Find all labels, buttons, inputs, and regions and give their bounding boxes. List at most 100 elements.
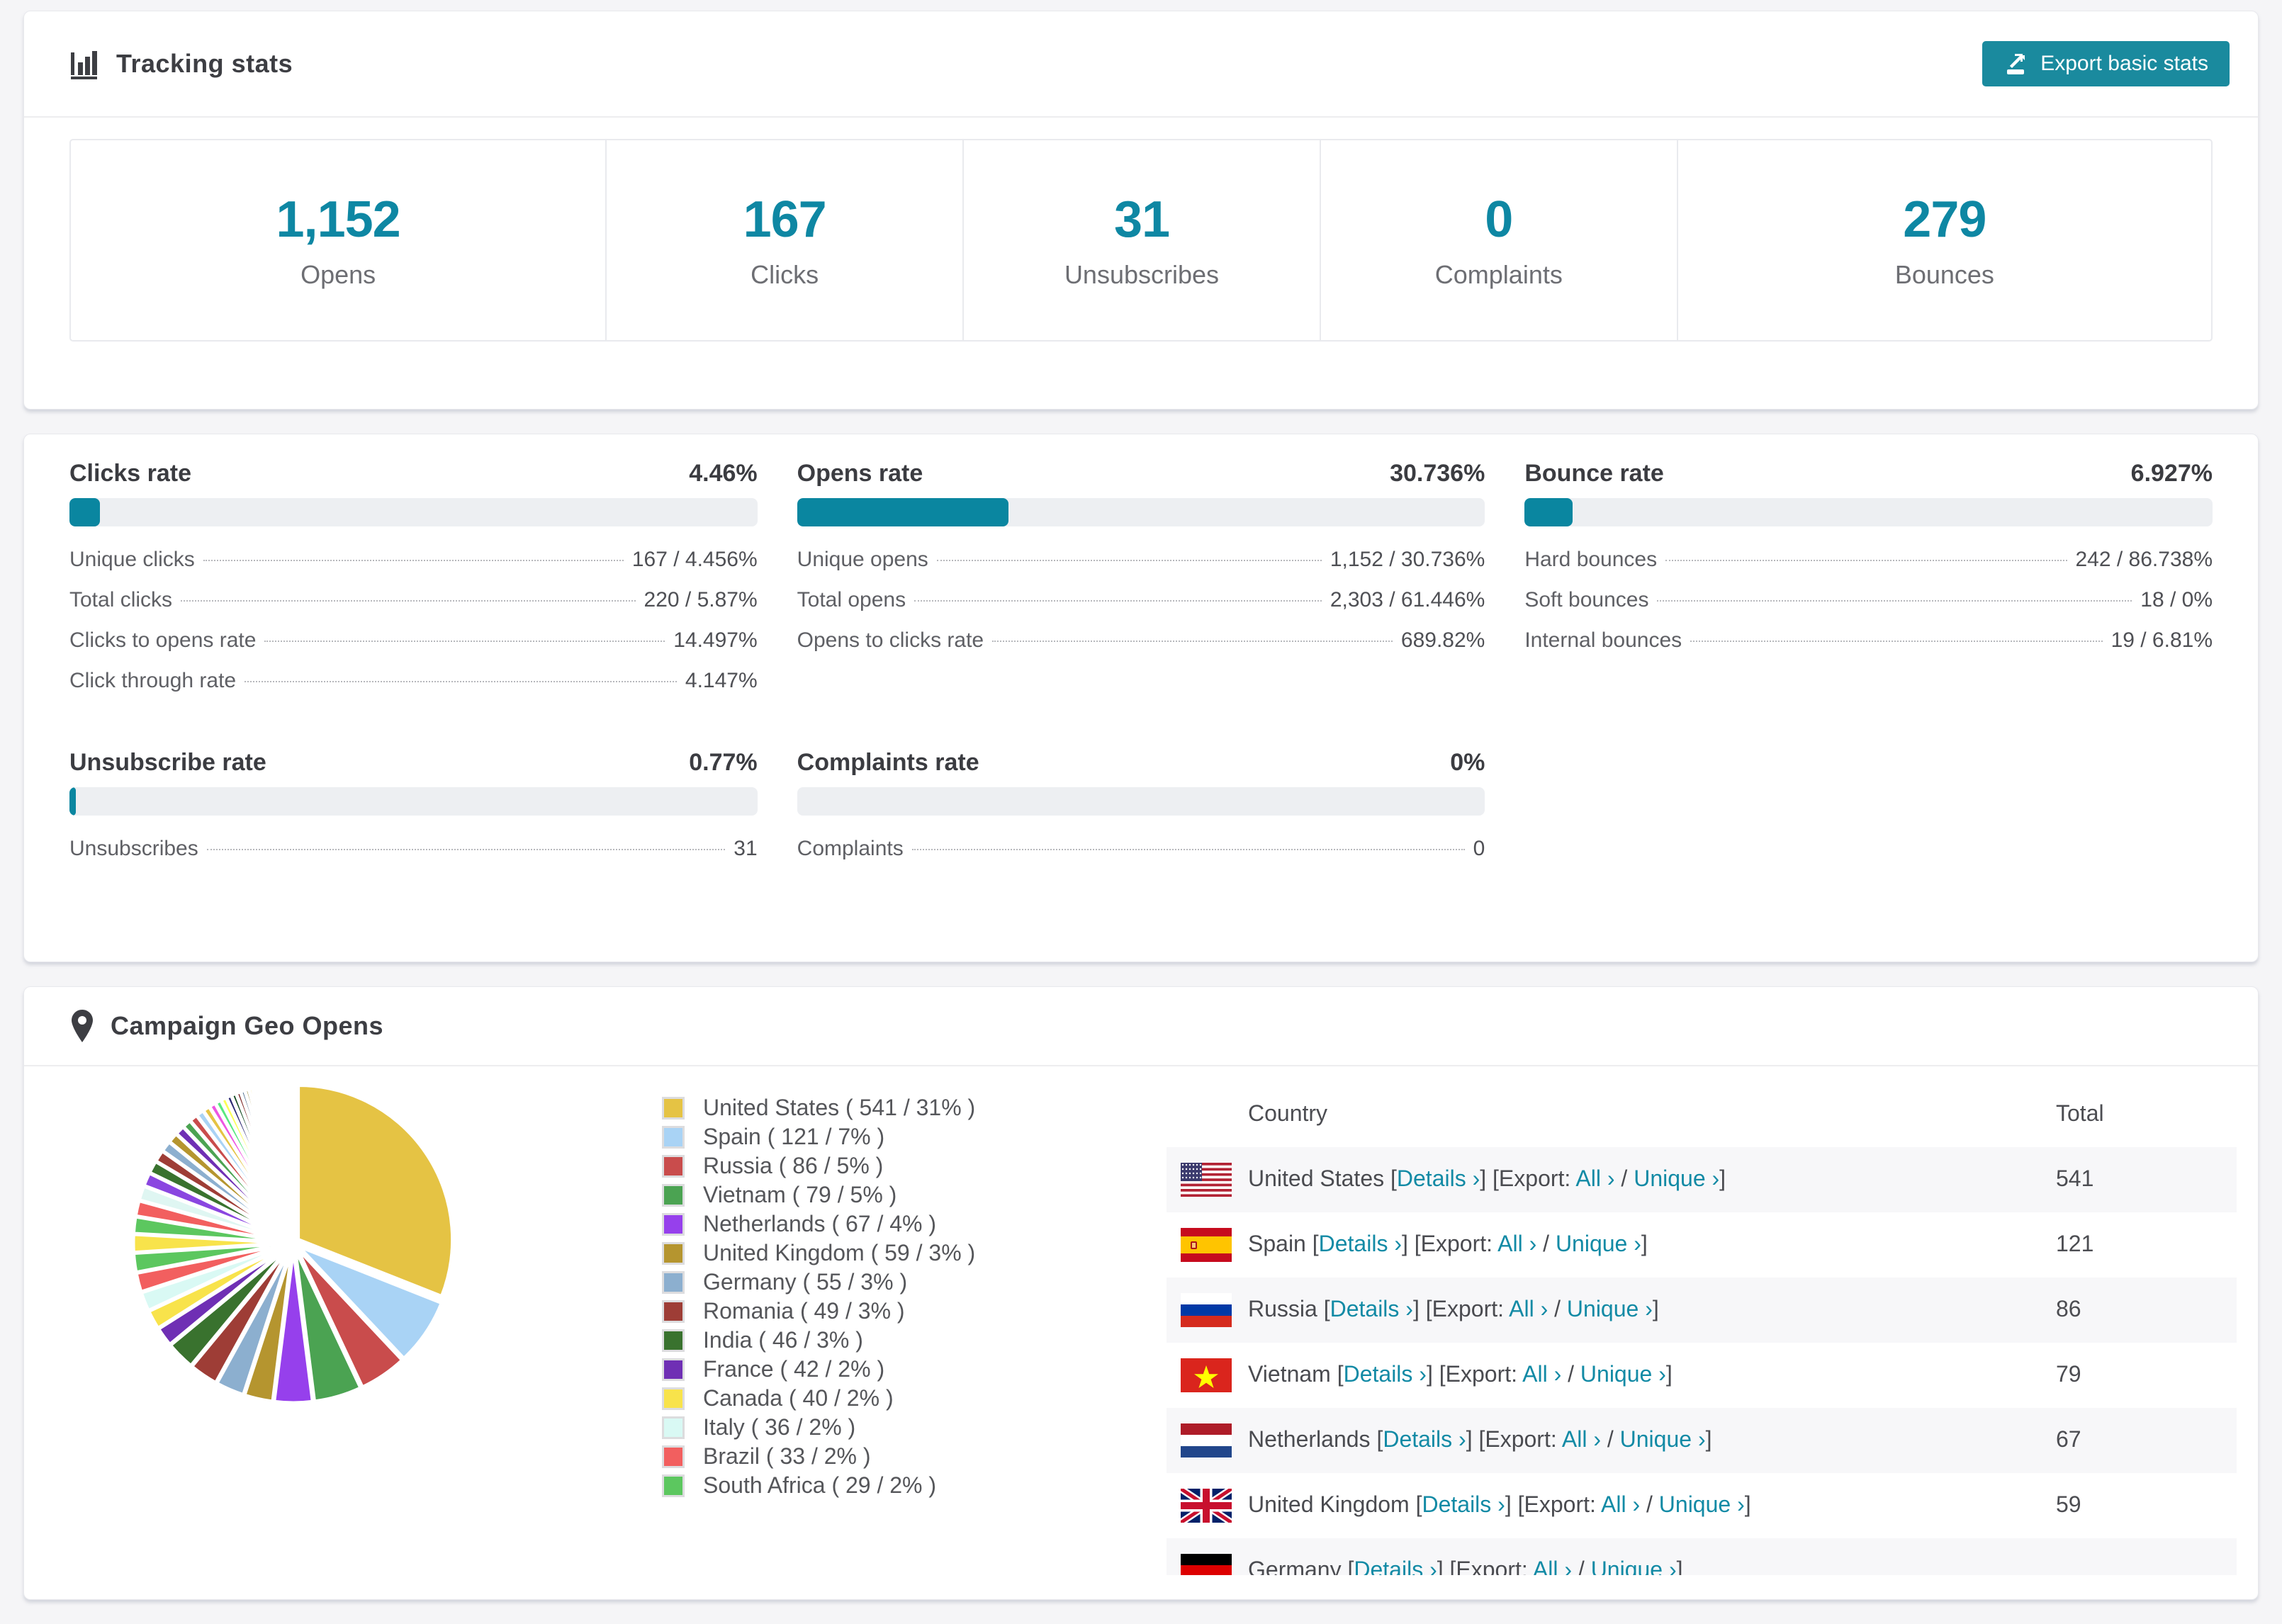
dotted-leader	[992, 641, 1393, 642]
page: Tracking stats Export basic stats 1,152 …	[0, 0, 2282, 1624]
flag-us-icon	[1181, 1163, 1232, 1197]
rate-detail-value: 689.82%	[1400, 628, 1485, 652]
legend-item-netherlands[interactable]: Netherlands ( 67 / 4% )	[662, 1209, 975, 1239]
slash: /	[1640, 1492, 1659, 1517]
rate-detail-row: Internal bounces 19 / 6.81%	[1524, 628, 2213, 669]
details-link[interactable]: Details ›	[1422, 1492, 1505, 1517]
bracket: [	[1376, 1426, 1383, 1452]
legend-item-canada[interactable]: Canada ( 40 / 2% )	[662, 1384, 975, 1413]
legend-label: France ( 42 / 2% )	[703, 1356, 885, 1382]
rate-detail-value: 2,303 / 61.446%	[1330, 588, 1485, 611]
bracket: ] [Export:	[1426, 1361, 1523, 1387]
stat-bounces: 279 Bounces	[1676, 140, 2211, 340]
total-cell: 79	[2056, 1361, 2081, 1387]
country-cell: United Kingdom [Details ›] [Export: All …	[1248, 1492, 1751, 1518]
details-link[interactable]: Details ›	[1397, 1166, 1480, 1191]
export-unique-link[interactable]: Unique ›	[1659, 1492, 1745, 1517]
details-link[interactable]: Details ›	[1383, 1426, 1466, 1452]
rate-detail-row: Total opens 2,303 / 61.446%	[797, 588, 1485, 628]
legend-item-vietnam[interactable]: Vietnam ( 79 / 5% )	[662, 1180, 975, 1209]
rate-detail-label: Soft bounces	[1524, 588, 1649, 611]
legend-item-germany[interactable]: Germany ( 55 / 3% )	[662, 1268, 975, 1297]
geo-table-row-vn: Vietnam [Details ›] [Export: All › / Uni…	[1167, 1343, 2237, 1408]
legend-swatch	[662, 1241, 685, 1265]
rate-detail-row: Hard bounces 242 / 86.738%	[1524, 548, 2213, 588]
legend-item-united-states[interactable]: United States ( 541 / 31% )	[662, 1093, 975, 1122]
geo-table: Country Total United States [Details ›] …	[1167, 1092, 2237, 1575]
complaints-rate-title: Complaints rate	[797, 749, 979, 776]
details-link[interactable]: Details ›	[1354, 1557, 1437, 1575]
export-unique-link[interactable]: Unique ›	[1591, 1557, 1677, 1575]
export-all-link[interactable]: All ›	[1562, 1426, 1601, 1452]
geo-table-row-de: Germany [Details ›] [Export: All › / Uni…	[1167, 1538, 2237, 1575]
legend-item-spain[interactable]: Spain ( 121 / 7% )	[662, 1122, 975, 1151]
export-all-link[interactable]: All ›	[1522, 1361, 1561, 1387]
bounce-rate-value: 6.927%	[2130, 460, 2213, 487]
legend-label: Netherlands ( 67 / 4% )	[703, 1211, 937, 1236]
country-name: United Kingdom	[1248, 1492, 1416, 1517]
legend-item-united-kingdom[interactable]: United Kingdom ( 59 / 3% )	[662, 1239, 975, 1268]
opens-rate-block: Opens rate 30.736% Unique opens 1,152 / 3…	[797, 460, 1485, 709]
geo-pie-chart	[127, 1076, 460, 1409]
country-cell: Russia [Details ›] [Export: All › / Uniq…	[1248, 1296, 1659, 1322]
tracking-stats-header: Tracking stats Export basic stats	[24, 11, 2258, 118]
complaints-rate-block: Complaints rate 0% Complaints 0	[797, 749, 1485, 877]
legend-label: Germany ( 55 / 3% )	[703, 1269, 908, 1295]
legend-item-russia[interactable]: Russia ( 86 / 5% )	[662, 1151, 975, 1180]
geo-legend: United States ( 541 / 31% ) Spain ( 121 /…	[662, 1093, 975, 1500]
legend-item-france[interactable]: France ( 42 / 2% )	[662, 1355, 975, 1384]
legend-item-romania[interactable]: Romania ( 49 / 3% )	[662, 1297, 975, 1326]
total-cell: 67	[2056, 1426, 2081, 1452]
export-all-link[interactable]: All ›	[1601, 1492, 1640, 1517]
export-unique-link[interactable]: Unique ›	[1556, 1231, 1641, 1256]
rate-detail-value: 167 / 4.456%	[631, 548, 758, 571]
legend-swatch	[662, 1445, 685, 1468]
legend-swatch	[662, 1329, 685, 1352]
stats-summary-row: 1,152 Opens 167 Clicks 31 Unsubscribes 0…	[69, 139, 2213, 342]
country-cell: Vietnam [Details ›] [Export: All › / Uni…	[1248, 1361, 1673, 1387]
legend-item-italy[interactable]: Italy ( 36 / 2% )	[662, 1413, 975, 1442]
opens-rate-value: 30.736%	[1390, 460, 1485, 487]
export-basic-stats-button[interactable]: Export basic stats	[1982, 41, 2230, 86]
bracket: ]	[1652, 1296, 1659, 1321]
flag-ru-icon	[1181, 1293, 1232, 1327]
stat-bounces-value: 279	[1903, 191, 1986, 248]
export-unique-link[interactable]: Unique ›	[1634, 1166, 1719, 1191]
rate-detail-value: 14.497%	[673, 628, 758, 652]
unsubscribe-rate-block: Unsubscribe rate 0.77% Unsubscribes 31	[69, 749, 758, 877]
legend-swatch	[662, 1358, 685, 1381]
rate-detail-label: Opens to clicks rate	[797, 628, 984, 652]
legend-item-south-africa[interactable]: South Africa ( 29 / 2% )	[662, 1471, 975, 1500]
export-unique-link[interactable]: Unique ›	[1567, 1296, 1653, 1321]
dotted-leader	[936, 560, 1322, 561]
export-all-link[interactable]: All ›	[1509, 1296, 1548, 1321]
legend-label: Canada ( 40 / 2% )	[703, 1385, 894, 1411]
legend-label: United Kingdom ( 59 / 3% )	[703, 1240, 976, 1265]
country-cell: Netherlands [Details ›] [Export: All › /…	[1248, 1426, 1712, 1453]
export-unique-link[interactable]: Unique ›	[1620, 1426, 1706, 1452]
rate-detail-value: 242 / 86.738%	[2075, 548, 2213, 571]
details-link[interactable]: Details ›	[1319, 1231, 1402, 1256]
campaign-geo-opens-card: Campaign Geo Opens United States ( 541 /…	[23, 986, 2259, 1600]
export-all-link[interactable]: All ›	[1533, 1557, 1572, 1575]
rate-detail-row: Click through rate 4.147%	[69, 669, 758, 709]
legend-item-brazil[interactable]: Brazil ( 33 / 2% )	[662, 1442, 975, 1471]
tracking-stats-card: Tracking stats Export basic stats 1,152 …	[23, 11, 2259, 410]
legend-item-india[interactable]: India ( 46 / 3% )	[662, 1326, 975, 1355]
stat-unsubscribes-label: Unsubscribes	[1064, 260, 1220, 289]
total-cell: 59	[2056, 1492, 2081, 1517]
legend-label: Brazil ( 33 / 2% )	[703, 1443, 871, 1469]
details-link[interactable]: Details ›	[1330, 1296, 1413, 1321]
export-all-link[interactable]: All ›	[1575, 1166, 1614, 1191]
slash: /	[1536, 1231, 1556, 1256]
stat-complaints-label: Complaints	[1434, 260, 1563, 289]
stat-bounces-label: Bounces	[1894, 260, 1994, 289]
dotted-leader	[203, 560, 624, 561]
export-unique-link[interactable]: Unique ›	[1580, 1361, 1666, 1387]
bracket: ]	[1641, 1231, 1648, 1256]
export-all-link[interactable]: All ›	[1497, 1231, 1536, 1256]
details-link[interactable]: Details ›	[1344, 1361, 1427, 1387]
bounce-rate-bar	[1524, 498, 2213, 526]
country-name: United States	[1248, 1166, 1390, 1191]
bracket: ]	[1705, 1426, 1712, 1452]
